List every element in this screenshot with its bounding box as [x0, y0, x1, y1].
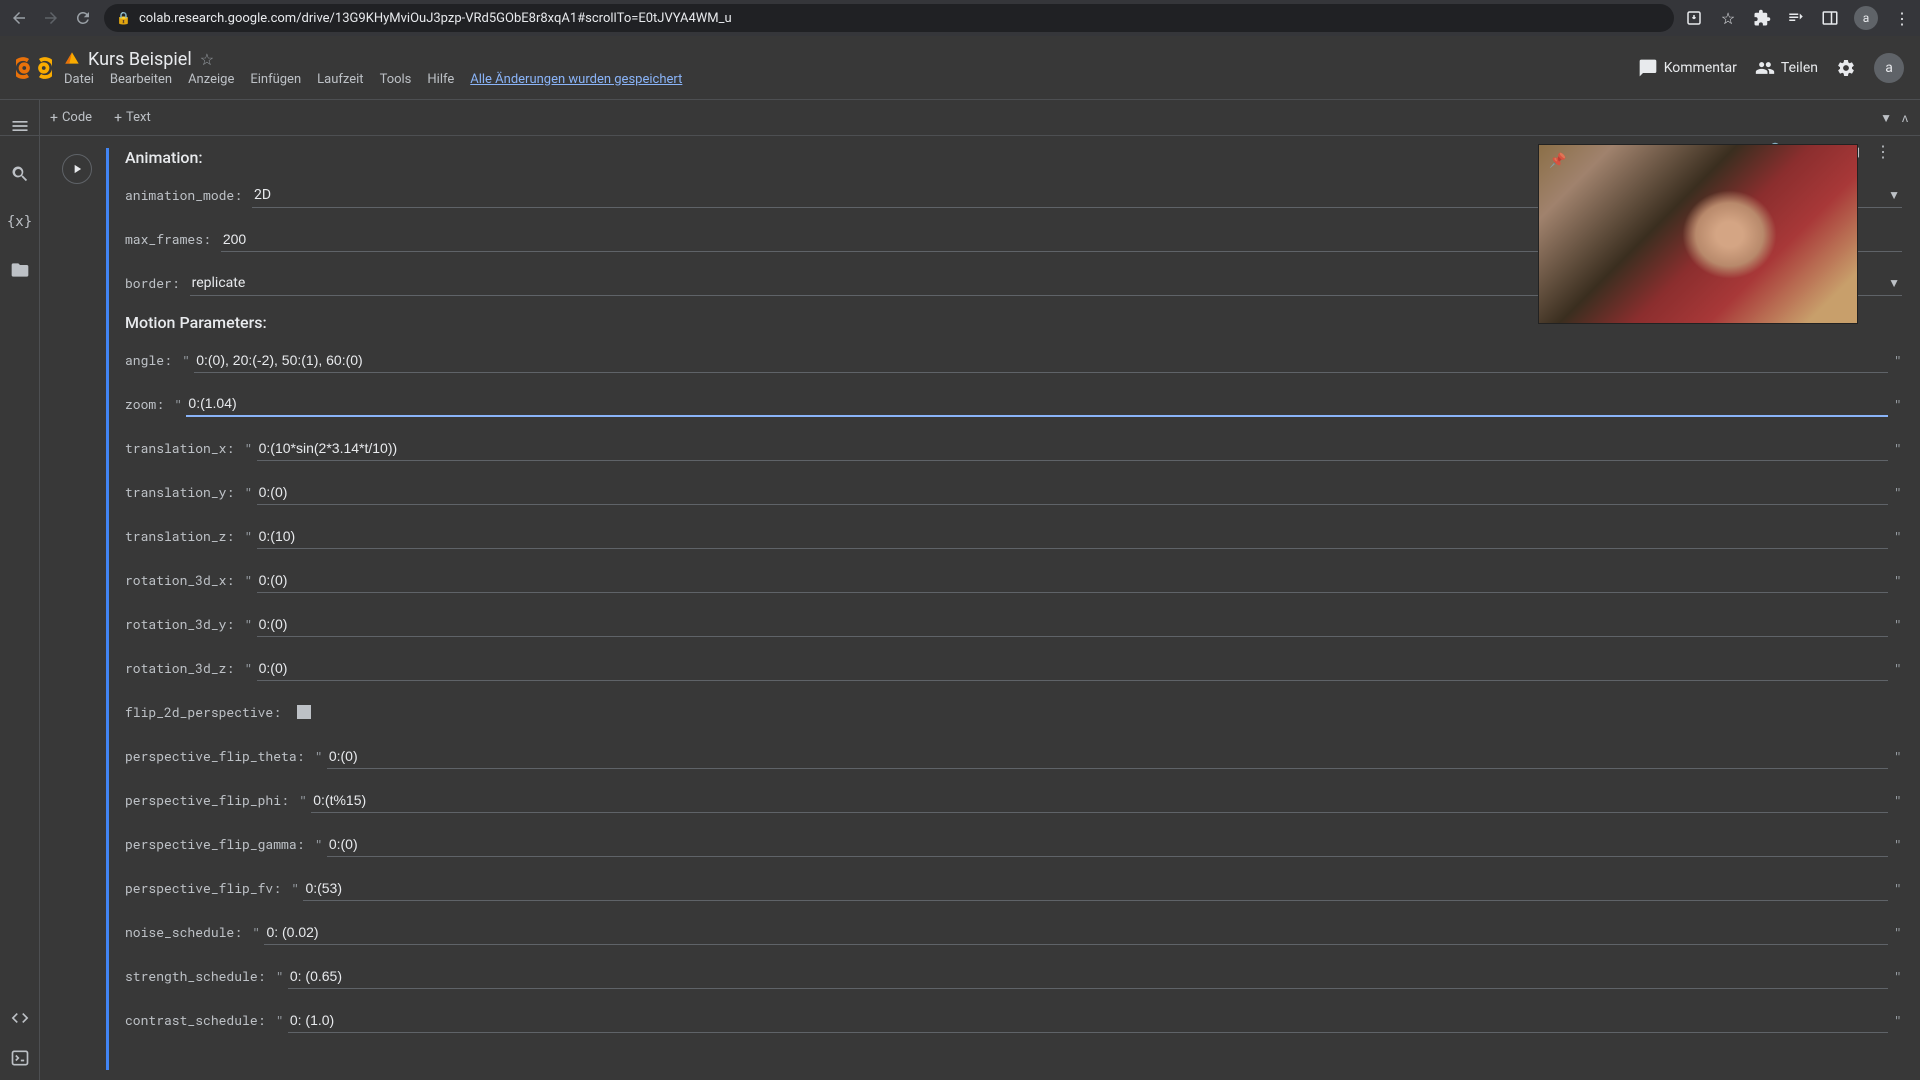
share-button[interactable]: Teilen: [1755, 58, 1818, 78]
chevron-down-icon[interactable]: ▼: [1888, 188, 1900, 202]
flip-2d-perspective-label: flip_2d_perspective:: [125, 703, 281, 721]
perspective-flip-theta-label: perspective_flip_theta:: [125, 747, 304, 765]
reload-button[interactable]: [72, 7, 94, 29]
rotation-3d-y-input[interactable]: [257, 612, 1888, 637]
menu-hilfe[interactable]: Hilfe: [427, 72, 454, 87]
webcam-overlay[interactable]: 📌: [1538, 144, 1858, 324]
translation-z-input[interactable]: [257, 524, 1888, 549]
angle-label: angle:: [125, 351, 172, 369]
install-icon[interactable]: [1684, 8, 1704, 28]
extensions-icon[interactable]: [1752, 8, 1772, 28]
lock-icon: 🔒: [116, 11, 131, 25]
translation-x-label: translation_x:: [125, 439, 234, 457]
pin-icon[interactable]: 📌: [1549, 153, 1565, 169]
left-sidebar: {x}: [0, 100, 40, 1080]
save-status[interactable]: Alle Änderungen wurden gespeichert: [470, 72, 682, 87]
code-snippets-icon[interactable]: [10, 1008, 30, 1028]
colab-logo-icon[interactable]: [16, 50, 52, 86]
search-icon[interactable]: [10, 164, 30, 184]
contrast-schedule-label: contrast_schedule:: [125, 1011, 265, 1029]
translation-y-input[interactable]: [257, 480, 1888, 505]
star-button[interactable]: ☆: [200, 50, 214, 69]
menu-anzeige[interactable]: Anzeige: [188, 72, 234, 87]
run-cell-button[interactable]: [62, 154, 92, 184]
url-text: colab.research.google.com/drive/13G9KHyM…: [139, 11, 732, 26]
noise-schedule-label: noise_schedule:: [125, 923, 242, 941]
variables-icon[interactable]: {x}: [10, 212, 30, 232]
angle-input[interactable]: [194, 348, 1887, 373]
perspective-flip-gamma-label: perspective_flip_gamma:: [125, 835, 304, 853]
back-button[interactable]: [8, 7, 30, 29]
border-label: border:: [125, 274, 180, 292]
comment-icon: [1638, 58, 1658, 78]
max-frames-label: max_frames:: [125, 230, 211, 248]
perspective-flip-fv-label: perspective_flip_fv:: [125, 879, 281, 897]
strength-schedule-label: strength_schedule:: [125, 967, 265, 985]
bookmark-star-icon[interactable]: ☆: [1718, 8, 1738, 28]
cell-menu-icon[interactable]: ⋮: [1874, 142, 1892, 160]
doc-title[interactable]: Kurs Beispiel: [88, 49, 192, 70]
rotation-3d-y-label: rotation_3d_y:: [125, 615, 234, 633]
colab-header: Kurs Beispiel ☆ Datei Bearbeiten Anzeige…: [0, 36, 1920, 100]
rotation-3d-z-label: rotation_3d_z:: [125, 659, 234, 677]
flip-2d-perspective-checkbox[interactable]: [297, 705, 311, 719]
contrast-schedule-input[interactable]: [288, 1008, 1888, 1033]
side-panel-icon[interactable]: [1820, 8, 1840, 28]
gear-icon: [1836, 58, 1856, 78]
toolbar: +Code +Text ▼ ʌ: [0, 100, 1920, 136]
perspective-flip-phi-label: perspective_flip_phi:: [125, 791, 289, 809]
account-avatar[interactable]: a: [1874, 53, 1904, 83]
perspective-flip-fv-input[interactable]: [303, 876, 1887, 901]
share-icon: [1755, 58, 1775, 78]
translation-z-label: translation_z:: [125, 527, 234, 545]
animation-mode-label: animation_mode:: [125, 186, 242, 204]
toc-icon[interactable]: [10, 116, 30, 136]
strength-schedule-input[interactable]: [288, 964, 1888, 989]
rotation-3d-x-label: rotation_3d_x:: [125, 571, 234, 589]
menu-bearbeiten[interactable]: Bearbeiten: [110, 72, 172, 87]
settings-button[interactable]: [1836, 58, 1856, 78]
zoom-input[interactable]: [186, 391, 1887, 417]
collapse-button[interactable]: ʌ: [1902, 111, 1908, 125]
translation-x-input[interactable]: [257, 436, 1888, 461]
browser-bar: 🔒 colab.research.google.com/drive/13G9KH…: [0, 0, 1920, 36]
add-code-button[interactable]: +Code: [44, 106, 98, 130]
drive-file-icon: [64, 51, 80, 67]
menu-tools[interactable]: Tools: [380, 72, 412, 87]
forward-button[interactable]: [40, 7, 62, 29]
rotation-3d-x-input[interactable]: [257, 568, 1888, 593]
menu-laufzeit[interactable]: Laufzeit: [317, 72, 363, 87]
comment-button[interactable]: Kommentar: [1638, 58, 1737, 78]
reading-list-icon[interactable]: [1786, 8, 1806, 28]
add-text-button[interactable]: +Text: [108, 106, 157, 130]
menu-datei[interactable]: Datei: [64, 72, 94, 87]
zoom-label: zoom:: [125, 395, 164, 413]
url-bar[interactable]: 🔒 colab.research.google.com/drive/13G9KH…: [104, 4, 1674, 32]
perspective-flip-phi-input[interactable]: [311, 788, 1887, 813]
menu-bar: Datei Bearbeiten Anzeige Einfügen Laufze…: [64, 72, 1638, 87]
perspective-flip-gamma-input[interactable]: [327, 832, 1888, 857]
browser-avatar[interactable]: a: [1854, 6, 1878, 30]
perspective-flip-theta-input[interactable]: [327, 744, 1888, 769]
terminal-icon[interactable]: [10, 1048, 30, 1068]
connect-dropdown[interactable]: ▼: [1880, 111, 1892, 125]
translation-y-label: translation_y:: [125, 483, 234, 501]
chevron-down-icon[interactable]: ▼: [1888, 276, 1900, 290]
browser-menu-icon[interactable]: ⋮: [1892, 8, 1912, 28]
menu-einfuegen[interactable]: Einfügen: [250, 72, 301, 87]
rotation-3d-z-input[interactable]: [257, 656, 1888, 681]
files-icon[interactable]: [10, 260, 30, 280]
noise-schedule-input[interactable]: [264, 920, 1887, 945]
